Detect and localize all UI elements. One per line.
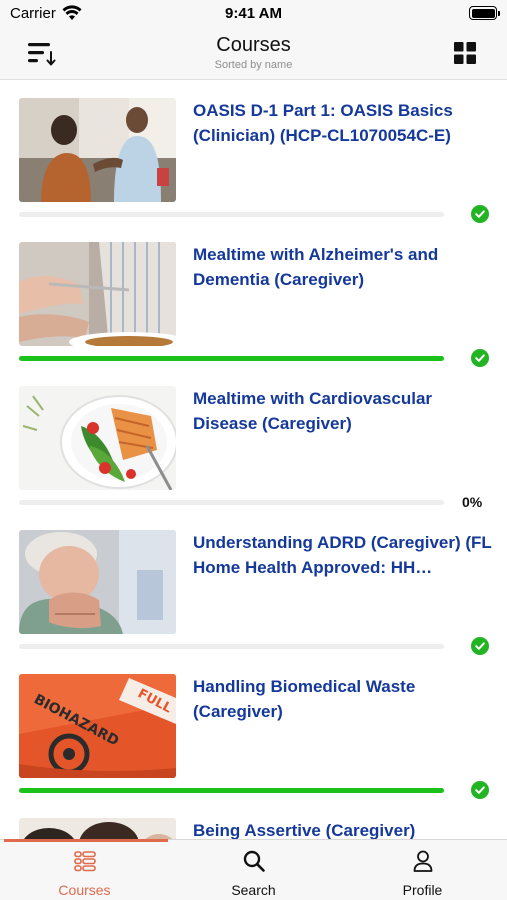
courses-list-icon — [74, 851, 96, 872]
progress-percent-label: 0% — [462, 494, 483, 510]
battery-icon — [469, 6, 500, 20]
progress-bar — [19, 212, 444, 217]
course-item[interactable]: Being Assertive (Caregiver) — [0, 801, 507, 839]
tab-label: Courses — [58, 882, 111, 898]
tab-label: Profile — [402, 882, 443, 898]
completed-check-icon — [471, 349, 489, 367]
course-thumbnail — [19, 818, 176, 839]
course-thumbnail — [19, 242, 176, 346]
progress-bar — [19, 788, 444, 793]
tab-label: Search — [231, 882, 276, 898]
course-title[interactable]: Handling Biomedical Waste (Caregiver) — [193, 674, 493, 724]
completed-check-icon — [471, 781, 489, 799]
profile-icon — [413, 850, 433, 872]
navigation-bar: Courses Sorted by name — [0, 28, 507, 80]
course-item[interactable]: BIOHAZARD FULL Handling Biomedical Waste… — [0, 657, 507, 801]
tab-courses[interactable]: Courses — [0, 840, 169, 900]
progress-fill — [19, 788, 444, 793]
page-title: Courses — [216, 34, 291, 56]
course-item[interactable]: Understanding ADRD (Caregiver) (FL Home … — [0, 513, 507, 657]
course-item[interactable]: Mealtime with Cardiovascular Disease (Ca… — [0, 369, 507, 513]
course-title[interactable]: Mealtime with Alzheimer's and Dementia (… — [193, 242, 493, 292]
progress-bar — [19, 500, 444, 505]
tab-bar: Courses Search Profile — [0, 839, 507, 900]
course-item[interactable]: OASIS D-1 Part 1: OASIS Basics (Clinicia… — [0, 81, 507, 225]
progress-bar — [19, 356, 444, 361]
course-thumbnail: BIOHAZARD FULL — [19, 674, 176, 778]
tab-profile[interactable]: Profile — [338, 840, 507, 900]
course-title[interactable]: Being Assertive (Caregiver) — [193, 818, 493, 839]
search-icon — [243, 850, 265, 872]
course-thumbnail — [19, 386, 176, 490]
clock: 9:41 AM — [225, 5, 282, 22]
grid-view-icon[interactable] — [453, 41, 477, 65]
course-item[interactable]: Mealtime with Alzheimer's and Dementia (… — [0, 225, 507, 369]
progress-fill — [19, 356, 444, 361]
course-title[interactable]: Mealtime with Cardiovascular Disease (Ca… — [193, 386, 493, 436]
sort-subtitle: Sorted by name — [214, 59, 293, 71]
course-list[interactable]: OASIS D-1 Part 1: OASIS Basics (Clinicia… — [0, 81, 507, 839]
status-bar: Carrier 9:41 AM — [0, 0, 507, 28]
course-thumbnail — [19, 98, 176, 202]
course-title[interactable]: OASIS D-1 Part 1: OASIS Basics (Clinicia… — [193, 98, 493, 148]
course-title[interactable]: Understanding ADRD (Caregiver) (FL Home … — [193, 530, 493, 580]
tab-search[interactable]: Search — [169, 840, 338, 900]
progress-bar — [19, 644, 444, 649]
completed-check-icon — [471, 205, 489, 223]
course-thumbnail — [19, 530, 176, 634]
completed-check-icon — [471, 637, 489, 655]
